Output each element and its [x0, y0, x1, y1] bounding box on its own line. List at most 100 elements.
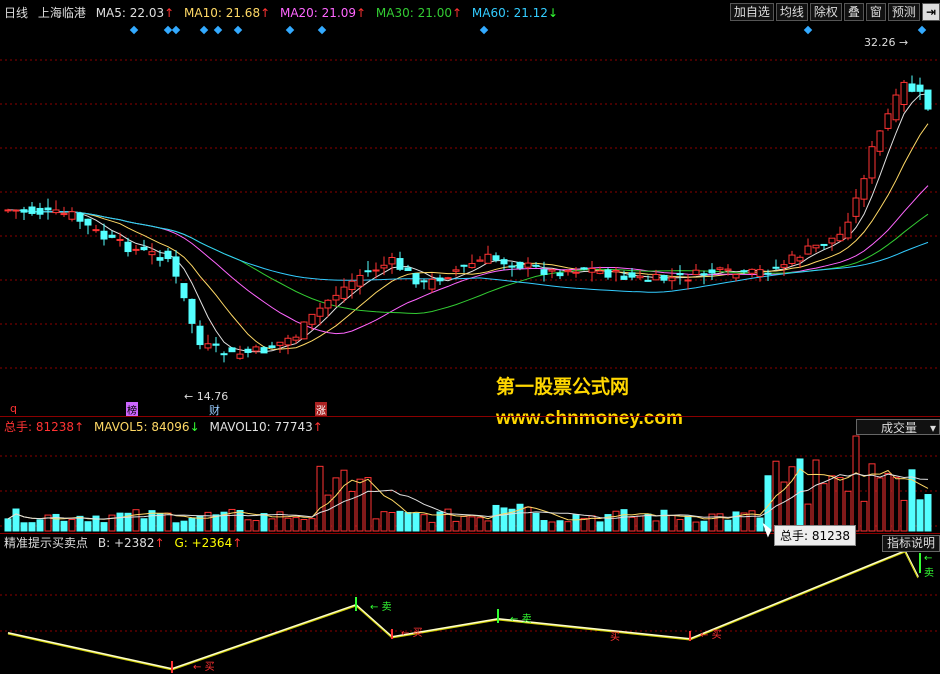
buy-signal-3-label: 买 — [711, 630, 722, 641]
ma20-value: 21.09 — [321, 6, 357, 20]
buy-signal-4: 买 — [610, 628, 620, 643]
volume-bar — [4, 518, 12, 532]
volume-bar — [84, 521, 92, 532]
volume-bar — [20, 522, 28, 532]
window-button[interactable]: 窗 — [865, 3, 886, 21]
indicator-g-line — [7, 551, 919, 671]
signal-markers — [129, 25, 927, 35]
volume-bar — [524, 506, 532, 532]
indicator-b-line — [7, 549, 919, 671]
candle-body — [652, 274, 660, 281]
overlay-button[interactable]: 叠 — [843, 3, 864, 21]
volume-bar — [812, 459, 820, 532]
candle-body — [4, 209, 12, 212]
candle-body — [212, 343, 220, 346]
volume-bar — [476, 517, 484, 532]
volume-bar — [884, 472, 892, 532]
g-value: +2364 — [191, 536, 233, 550]
high-price-label: 32.26 → — [864, 36, 909, 49]
sell-signal-3: ← 卖 — [924, 553, 934, 579]
candles — [4, 75, 932, 363]
exit-arrow-icon[interactable]: ⇥ — [921, 3, 940, 21]
event-marker-rank[interactable]: 榜 — [126, 402, 138, 417]
candle-body — [628, 272, 636, 278]
candle-body — [836, 233, 844, 242]
buy-signal-4-label: 买 — [610, 632, 620, 643]
ma5-value: 22.03 — [129, 6, 165, 20]
volume-bar — [364, 477, 372, 532]
signal-diamond — [803, 25, 813, 35]
moving-average-button[interactable]: 均线 — [775, 3, 808, 21]
candle-body — [236, 353, 244, 359]
candle-body — [596, 270, 604, 274]
volume-bar — [300, 519, 308, 532]
indicator-select[interactable]: 成交量 ▾ — [856, 419, 940, 435]
candle-body — [20, 209, 28, 213]
candle-body — [644, 279, 652, 282]
candle-body — [332, 294, 340, 301]
volume-bar — [644, 513, 652, 532]
volume-bar — [36, 519, 44, 532]
candle-body — [452, 269, 460, 272]
candle-body — [812, 244, 820, 249]
candle-body — [820, 243, 828, 246]
volume-bar — [924, 494, 932, 532]
mavol10-arrow: ↑ — [312, 420, 323, 434]
chart-toolbar: 加自选 均线 除权 叠 窗 预测 ⇥ — [728, 3, 940, 21]
volume-bar — [268, 518, 276, 532]
candle-body — [172, 256, 180, 277]
candle-body — [892, 94, 900, 121]
candlestick-chart[interactable] — [0, 0, 940, 416]
ex-rights-button[interactable]: 除权 — [809, 3, 842, 21]
candle-body — [676, 273, 684, 276]
candle-body — [900, 81, 908, 105]
sell-signal-3-label: 卖 — [924, 568, 934, 579]
candle-body — [492, 255, 500, 261]
volume-bar — [676, 519, 684, 532]
add-watchlist-button[interactable]: 加自选 — [729, 3, 774, 21]
volume-bar — [548, 521, 556, 532]
event-marker-q[interactable]: q — [10, 402, 17, 415]
total-volume-value: 81238 — [35, 420, 75, 434]
candle-body — [220, 353, 228, 356]
ma30-arrow: ↑ — [451, 6, 463, 20]
candle-body — [740, 270, 748, 273]
volume-bar — [244, 519, 252, 532]
buy-signal-2-label: 买 — [412, 628, 423, 639]
forecast-button[interactable]: 预测 — [887, 3, 920, 21]
indicator-chart[interactable] — [0, 533, 940, 674]
candle-body — [716, 267, 724, 270]
candle-body — [380, 264, 388, 269]
candle-body — [732, 274, 740, 279]
candle-body — [828, 237, 836, 244]
low-price-label: ← 14.76 — [184, 390, 229, 403]
indicator-help-button[interactable]: 指标说明 — [881, 535, 940, 552]
volume-bar — [820, 483, 828, 532]
volume-bar — [756, 517, 764, 532]
candle-body — [788, 254, 796, 264]
candle-body — [916, 84, 924, 92]
volume-bar — [580, 517, 588, 532]
candle-body — [668, 277, 676, 282]
candle-body — [284, 337, 292, 346]
g-readout: G: +2364↑ — [174, 536, 242, 550]
ma20-readout: MA20: 21.09↑ — [280, 6, 366, 20]
candle-body — [908, 83, 916, 92]
ma5-arrow: ↑ — [164, 6, 175, 20]
signal-diamond — [479, 25, 489, 35]
volume-bar — [284, 517, 292, 532]
candle-body — [700, 273, 708, 276]
event-marker-limit-up[interactable]: 涨 — [315, 402, 327, 417]
volume-bar — [164, 512, 172, 532]
volume-bar — [108, 514, 116, 532]
candle-body — [196, 325, 204, 346]
candle-body — [204, 343, 212, 349]
b-value: +2382 — [113, 536, 155, 550]
volume-bar — [236, 509, 244, 532]
mavol5-value: 84096 — [151, 420, 190, 434]
sell-signal-2-label: 卖 — [521, 614, 532, 625]
candle-body — [156, 257, 164, 261]
candle-body — [564, 270, 572, 273]
ma10-arrow: ↑ — [260, 6, 271, 20]
ma60-arrow: ↓ — [547, 6, 558, 20]
